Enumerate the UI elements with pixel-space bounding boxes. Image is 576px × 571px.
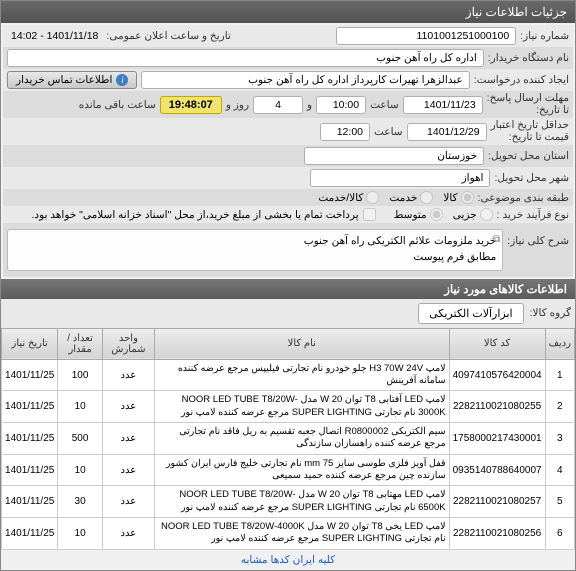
process-radio-group: جزیی متوسط — [394, 208, 493, 221]
buyer-value: اداره کل راه آهن جنوب — [7, 49, 484, 67]
table-cell: قفل آویز فلزی طوسی سایز mm 75 نام تجارتی… — [154, 454, 449, 486]
table-row[interactable]: 31758000217430001سیم الکتریکی R0800002 ا… — [2, 423, 575, 455]
city-value: اهواز — [310, 169, 490, 187]
col-header: تعداد / مقدار — [58, 328, 102, 359]
validity-date: 1401/12/29 — [407, 123, 487, 141]
table-cell: 1401/11/25 — [2, 486, 58, 518]
items-table: ردیفکد کالانام کالاواحد شمارشتعداد / مقد… — [1, 328, 575, 550]
description-text: خرید ملزومات علائم الکتریکی راه آهن جنوب… — [304, 235, 497, 263]
radio-small[interactable]: جزیی — [453, 208, 493, 221]
table-cell: 10 — [58, 518, 102, 550]
table-cell: 5 — [545, 486, 574, 518]
table-row[interactable]: 40935140788640007قفل آویز فلزی طوسی سایز… — [2, 454, 575, 486]
table-cell: عدد — [102, 454, 154, 486]
col-header: تاریخ نیاز — [2, 328, 58, 359]
similar-codes-link[interactable]: کلیه ایران کدها مشابه — [1, 550, 575, 570]
table-cell: عدد — [102, 391, 154, 423]
province-value: خوزستان — [304, 147, 484, 165]
table-cell: عدد — [102, 359, 154, 391]
table-cell: لامپ LED مهتابی T8 توان W 20 مدل NOOR LE… — [154, 486, 449, 518]
process-label: نوع فرآیند خرید : — [497, 209, 569, 221]
table-cell: لامپ H3 70W 24V جلو خودرو نام تجارتی فیل… — [154, 359, 449, 391]
requester-label: ایجاد کننده درخواست: — [474, 74, 569, 86]
table-cell: 4 — [545, 454, 574, 486]
deadline-until-label: تا تاریخ: — [487, 105, 569, 117]
table-cell: 2282110021080255 — [449, 391, 545, 423]
category-radio-group: کالا خدمت کالا/خدمت — [318, 191, 473, 204]
treasury-checkbox[interactable]: پرداخت تمام یا بخشی از مبلغ خرید،از محل … — [32, 208, 376, 221]
desc-label: شرح کلی نیاز: — [507, 229, 569, 247]
contact-button[interactable]: i اطلاعات تماس خریدار — [7, 71, 137, 89]
table-cell: 1401/11/25 — [2, 454, 58, 486]
remain-label: ساعت باقی مانده — [79, 99, 156, 111]
validity-time: 12:00 — [320, 123, 370, 141]
need-no-value: 1101001251000100 — [336, 27, 516, 45]
col-header: نام کالا — [154, 328, 449, 359]
col-header: کد کالا — [449, 328, 545, 359]
group-label: گروه کالا: — [530, 307, 571, 319]
time-label-2: ساعت — [374, 126, 403, 138]
contact-button-label: اطلاعات تماس خریدار — [16, 74, 112, 86]
radio-service[interactable]: خدمت — [389, 191, 433, 204]
announce-label: تاریخ و ساعت اعلان عمومی: — [106, 30, 230, 42]
table-cell: 1401/11/25 — [2, 518, 58, 550]
buyer-label: نام دستگاه خریدار: — [488, 52, 569, 64]
validity-label: حداقل تاریخ اعتبار — [491, 120, 569, 132]
days-value: 4 — [253, 96, 303, 114]
deadline-label: مهلت ارسال پاسخ: — [487, 93, 569, 105]
table-cell: 2282110021080256 — [449, 518, 545, 550]
days-label: روز و — [226, 99, 249, 111]
validity-sub-label: قیمت تا تاریخ: — [491, 132, 569, 144]
radio-medium[interactable]: متوسط — [394, 208, 443, 221]
table-cell: 2282110021080257 — [449, 486, 545, 518]
table-cell: عدد — [102, 486, 154, 518]
table-cell: 1401/11/25 — [2, 391, 58, 423]
table-cell: 3 — [545, 423, 574, 455]
city-label: شهر محل تحویل: — [494, 172, 569, 184]
radio-both[interactable]: کالا/خدمت — [318, 191, 379, 204]
description-box: ⧉ خرید ملزومات علائم الکتریکی راه آهن جن… — [7, 229, 503, 271]
table-cell: 10 — [58, 391, 102, 423]
table-cell: لامپ LED آفتابی T8 توان W 20 مدل NOOR LE… — [154, 391, 449, 423]
table-row[interactable]: 52282110021080257لامپ LED مهتابی T8 توان… — [2, 486, 575, 518]
table-row[interactable]: 14097410576420004لامپ H3 70W 24V جلو خود… — [2, 359, 575, 391]
deadline-time: 10:00 — [316, 96, 366, 114]
col-header: واحد شمارش — [102, 328, 154, 359]
table-cell: 1 — [545, 359, 574, 391]
copy-icon[interactable]: ⧉ — [493, 232, 500, 247]
table-cell: 1401/11/25 — [2, 423, 58, 455]
category-label: طبقه بندی موضوعی: — [478, 192, 569, 204]
province-label: استان محل تحویل: — [488, 150, 569, 162]
table-cell: 4097410576420004 — [449, 359, 545, 391]
table-cell: 1758000217430001 — [449, 423, 545, 455]
radio-goods[interactable]: کالا — [443, 191, 473, 204]
table-cell: 6 — [545, 518, 574, 550]
table-cell: عدد — [102, 423, 154, 455]
need-no-label: شماره نیاز: — [520, 30, 569, 42]
table-cell: 30 — [58, 486, 102, 518]
table-cell: 0935140788640007 — [449, 454, 545, 486]
time-label-1: ساعت — [370, 99, 399, 111]
items-section-header: اطلاعات کالاهای مورد نیاز — [1, 279, 575, 299]
requester-value: عبدالزهرا تهیرات کارپرداز اداره کل راه آ… — [141, 71, 469, 89]
timer-value: 19:48:07 — [160, 96, 222, 114]
announce-value: 1401/11/18 - 14:02 — [7, 30, 102, 42]
table-cell: 1401/11/25 — [2, 359, 58, 391]
deadline-date: 1401/11/23 — [403, 96, 483, 114]
table-cell: 2 — [545, 391, 574, 423]
col-header: ردیف — [545, 328, 574, 359]
table-cell: عدد — [102, 518, 154, 550]
table-row[interactable]: 22282110021080255لامپ LED آفتابی T8 توان… — [2, 391, 575, 423]
table-cell: 500 — [58, 423, 102, 455]
window-title: جزئیات اطلاعات نیاز — [1, 1, 575, 23]
group-value: ابزارآلات الکتریکی — [418, 303, 523, 324]
table-cell: لامپ LED یخی T8 توان W 20 مدل NOOR LED T… — [154, 518, 449, 550]
table-cell: 100 — [58, 359, 102, 391]
and-label: و — [307, 99, 312, 111]
info-icon: i — [116, 74, 128, 86]
table-cell: 10 — [58, 454, 102, 486]
table-row[interactable]: 62282110021080256لامپ LED یخی T8 توان W … — [2, 518, 575, 550]
table-cell: سیم الکتریکی R0800002 اتصال جعبه تقسیم ب… — [154, 423, 449, 455]
